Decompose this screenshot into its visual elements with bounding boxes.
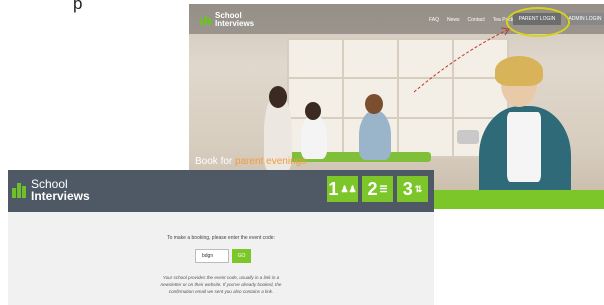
people-icon: ♟♟: [340, 183, 357, 194]
booking-screenshot: School Interviews 1 ♟♟ 2 ☰ 3 ⇅ To make a…: [8, 170, 434, 305]
step-3: 3 ⇅: [397, 176, 428, 202]
step-2: 2 ☰: [362, 176, 393, 202]
booking-logo-line2: Interviews: [31, 189, 90, 203]
booking-steps: 1 ♟♟ 2 ☰ 3 ⇅: [327, 176, 428, 202]
step-1-number: 1: [328, 178, 339, 199]
help-line-1: Your school provides the event code, usu…: [162, 275, 280, 280]
go-button[interactable]: GO: [232, 249, 251, 263]
help-line-2: newsletter or on their website. If you'v…: [160, 282, 282, 287]
event-code-help-text: Your school provides the event code, usu…: [8, 274, 434, 295]
list-icon: ☰: [379, 183, 388, 194]
event-code-form: GO: [195, 249, 251, 263]
step-2-number: 2: [367, 178, 378, 199]
tagline-prefix: Book for: [195, 156, 236, 167]
clipped-heading-text: p: [73, 0, 83, 13]
tagline-accent: parent evenings: [235, 156, 307, 167]
event-code-prompt: To make a booking, please enter the even…: [167, 235, 275, 241]
step-3-number: 3: [402, 178, 413, 199]
booking-logo[interactable]: School Interviews: [12, 178, 90, 202]
sort-icon: ⇅: [414, 183, 423, 194]
hero-tagline: Book for parent evenings: [195, 156, 306, 167]
booking-header: School Interviews 1 ♟♟ 2 ☰ 3 ⇅: [8, 170, 434, 212]
event-code-input[interactable]: [195, 249, 229, 263]
step-1: 1 ♟♟: [327, 176, 358, 202]
logo-mark-icon: [12, 182, 26, 198]
help-line-3: confirmation email we sent you also cont…: [168, 289, 274, 294]
